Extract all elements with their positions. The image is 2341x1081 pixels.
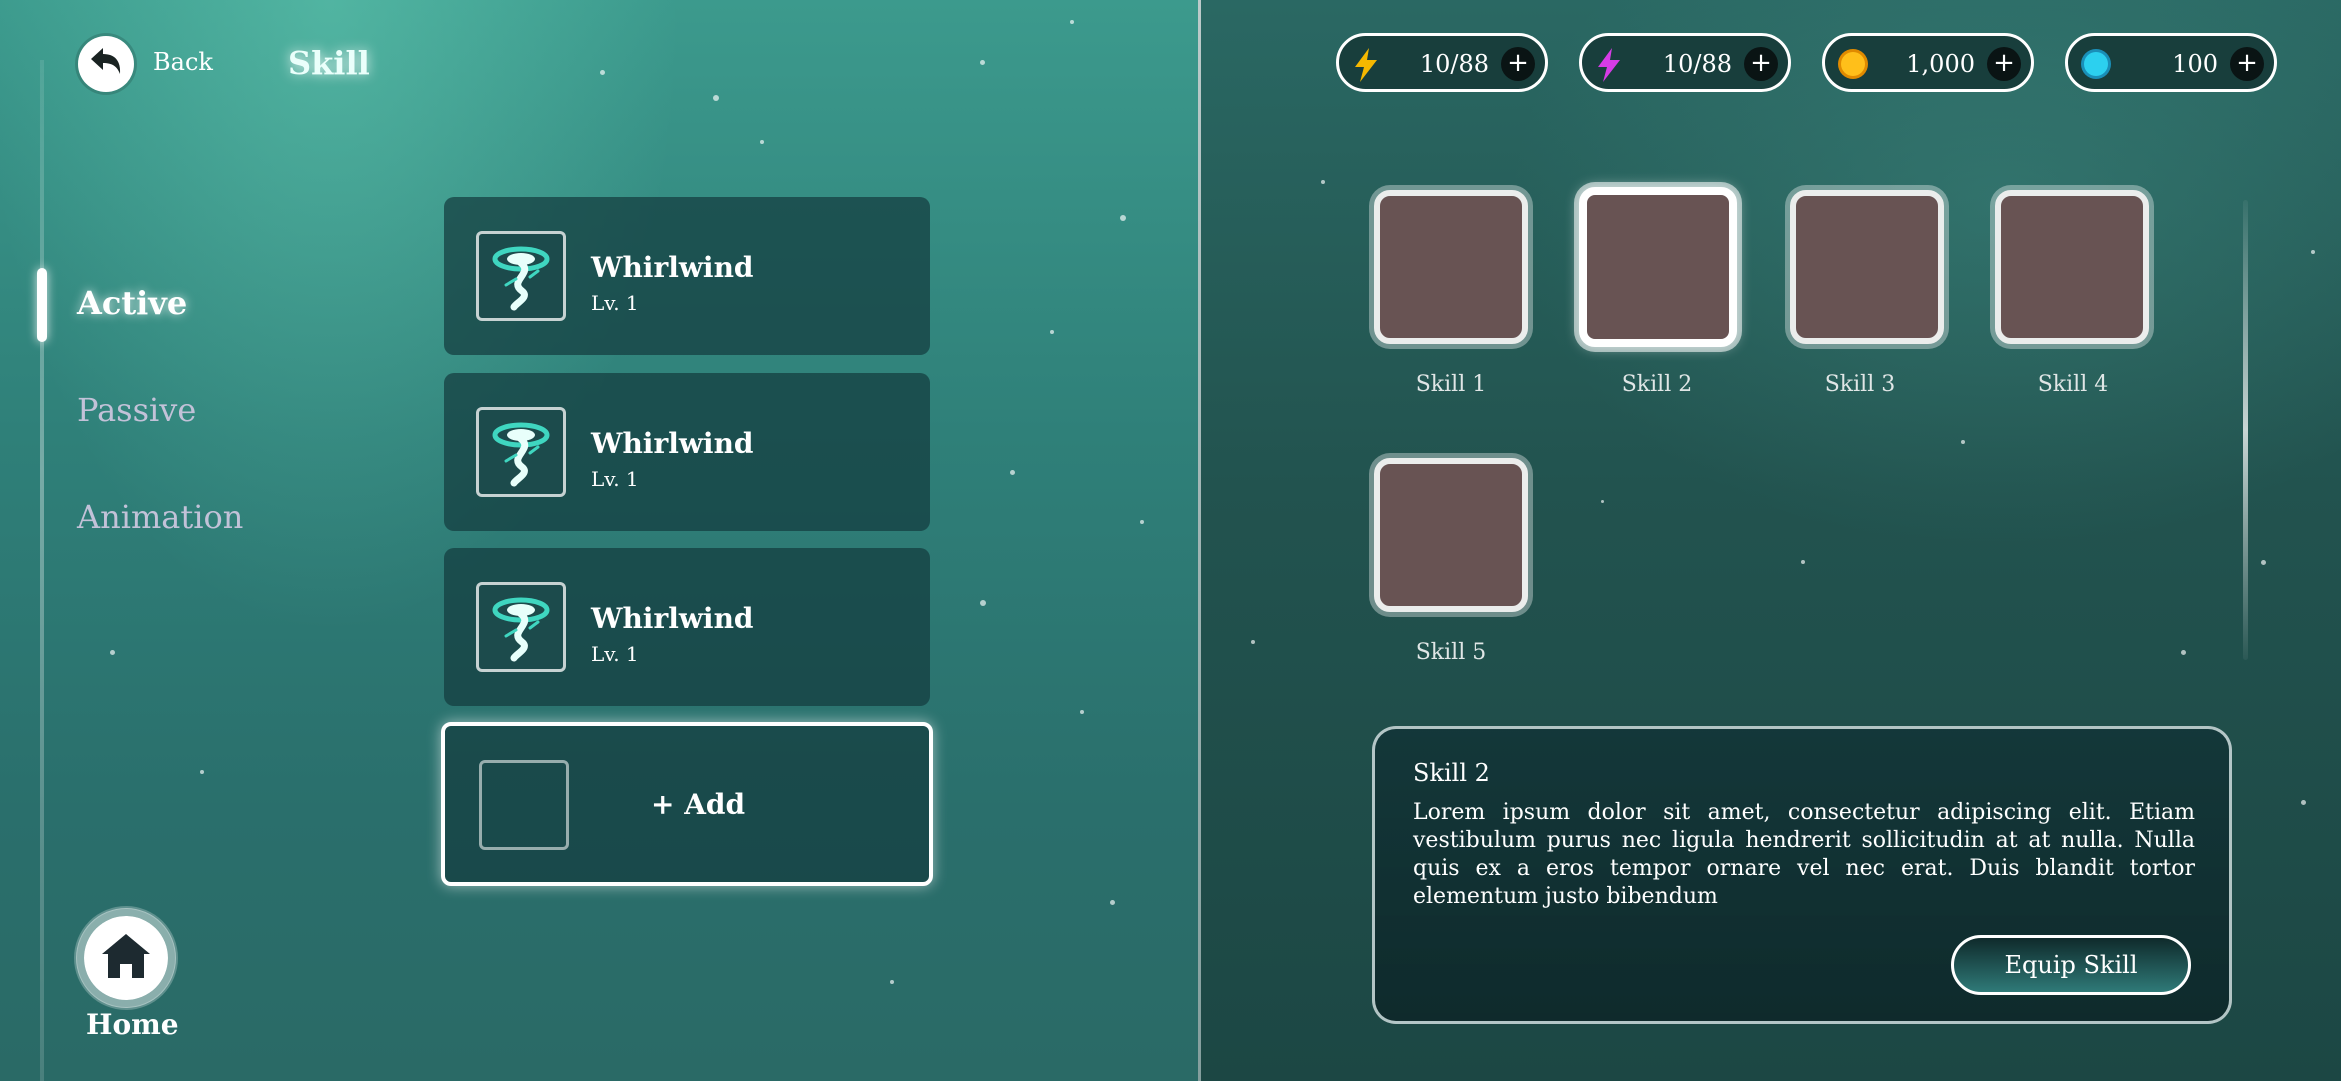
slots-scrollbar[interactable]: [2243, 200, 2248, 660]
skill-level: Lv. 1: [591, 642, 639, 666]
skill-name: Whirlwind: [591, 251, 754, 284]
add-skill-button[interactable]: + Add: [441, 722, 933, 886]
lightning-icon: [1351, 48, 1381, 82]
particle: [1251, 640, 1255, 644]
home-label: Home: [86, 1008, 179, 1041]
particle: [1110, 900, 1115, 905]
add-skill-label: + Add: [651, 788, 746, 821]
particle: [980, 60, 985, 65]
energy-resource: 10/88 +: [1336, 33, 1548, 92]
skill-level: Lv. 1: [591, 467, 639, 491]
particle: [600, 70, 605, 75]
particle: [1010, 470, 1015, 475]
particle: [110, 650, 115, 655]
back-arrow-icon: [87, 43, 125, 85]
add-stamina-button[interactable]: +: [1744, 47, 1778, 81]
particle: [890, 980, 894, 984]
particle: [980, 600, 986, 606]
skill-detail-panel: Skill 2 Lorem ipsum dolor sit amet, cons…: [1372, 726, 2232, 1024]
particle: [200, 770, 204, 774]
particle: [1321, 180, 1325, 184]
whirlwind-icon: [476, 231, 566, 321]
gold-value: 1,000: [1906, 50, 1975, 78]
page-title: Skill: [288, 44, 370, 82]
empty-skill-slot: [479, 760, 569, 850]
particle: [1080, 710, 1084, 714]
nav-active-indicator: [37, 268, 47, 342]
home-button[interactable]: [76, 908, 176, 1008]
skill-card[interactable]: Whirlwind Lv. 1: [444, 548, 930, 706]
home-icon: [100, 932, 152, 984]
nav-rail: [40, 60, 44, 1081]
particle: [1140, 520, 1144, 524]
gem-value: 100: [2172, 50, 2218, 78]
add-energy-button[interactable]: +: [1501, 47, 1535, 81]
skill-slot-2[interactable]: [1579, 187, 1737, 347]
skill-slot-5[interactable]: [1374, 458, 1528, 612]
particle: [2261, 560, 2266, 565]
equip-skill-button[interactable]: Equip Skill: [1951, 935, 2191, 995]
nav-item-animation[interactable]: Animation: [77, 498, 243, 536]
particle: [2301, 800, 2306, 805]
skill-list-panel: [0, 0, 1198, 1081]
stamina-resource: 10/88 +: [1579, 33, 1791, 92]
back-label[interactable]: Back: [153, 48, 213, 76]
skill-slot-label: Skill 1: [1415, 372, 1487, 397]
gem-icon: [2080, 48, 2111, 79]
add-gem-button[interactable]: +: [2230, 47, 2264, 81]
whirlwind-icon: [476, 407, 566, 497]
particle: [1070, 20, 1074, 24]
whirlwind-icon: [476, 582, 566, 672]
skill-slot-label: Skill 5: [1415, 640, 1487, 665]
particle: [1801, 560, 1805, 564]
skill-level: Lv. 1: [591, 291, 639, 315]
skill-name: Whirlwind: [591, 602, 754, 635]
skill-slot-label: Skill 3: [1824, 372, 1896, 397]
energy-value: 10/88: [1419, 50, 1489, 78]
stamina-value: 10/88: [1662, 50, 1732, 78]
gem-resource: 100 +: [2065, 33, 2277, 92]
particle: [2311, 250, 2315, 254]
lightning-icon: [1594, 48, 1624, 82]
skill-slot-label: Skill 4: [2037, 372, 2109, 397]
particle: [1601, 500, 1604, 503]
particle: [713, 95, 719, 101]
nav-item-active[interactable]: Active: [77, 284, 187, 322]
gold-resource: 1,000 +: [1822, 33, 2034, 92]
nav-item-passive[interactable]: Passive: [77, 391, 196, 429]
particle: [1050, 330, 1054, 334]
skill-detail-title: Skill 2: [1413, 759, 1490, 787]
skill-card[interactable]: Whirlwind Lv. 1: [444, 373, 930, 531]
particle: [2181, 650, 2186, 655]
skill-slot-3[interactable]: [1790, 190, 1944, 344]
skill-detail-description: Lorem ipsum dolor sit amet, consectetur …: [1413, 800, 2195, 909]
gold-coin-icon: [1837, 48, 1868, 79]
particle: [760, 140, 764, 144]
skill-slot-4[interactable]: [1995, 190, 2149, 344]
particle: [1120, 215, 1126, 221]
skill-name: Whirlwind: [591, 427, 754, 460]
particle: [1961, 440, 1965, 444]
skill-slot-label: Skill 2: [1621, 372, 1693, 397]
skill-card[interactable]: Whirlwind Lv. 1: [444, 197, 930, 355]
back-button[interactable]: [78, 36, 134, 92]
skill-slot-1[interactable]: [1374, 190, 1528, 344]
add-gold-button[interactable]: +: [1987, 47, 2021, 81]
